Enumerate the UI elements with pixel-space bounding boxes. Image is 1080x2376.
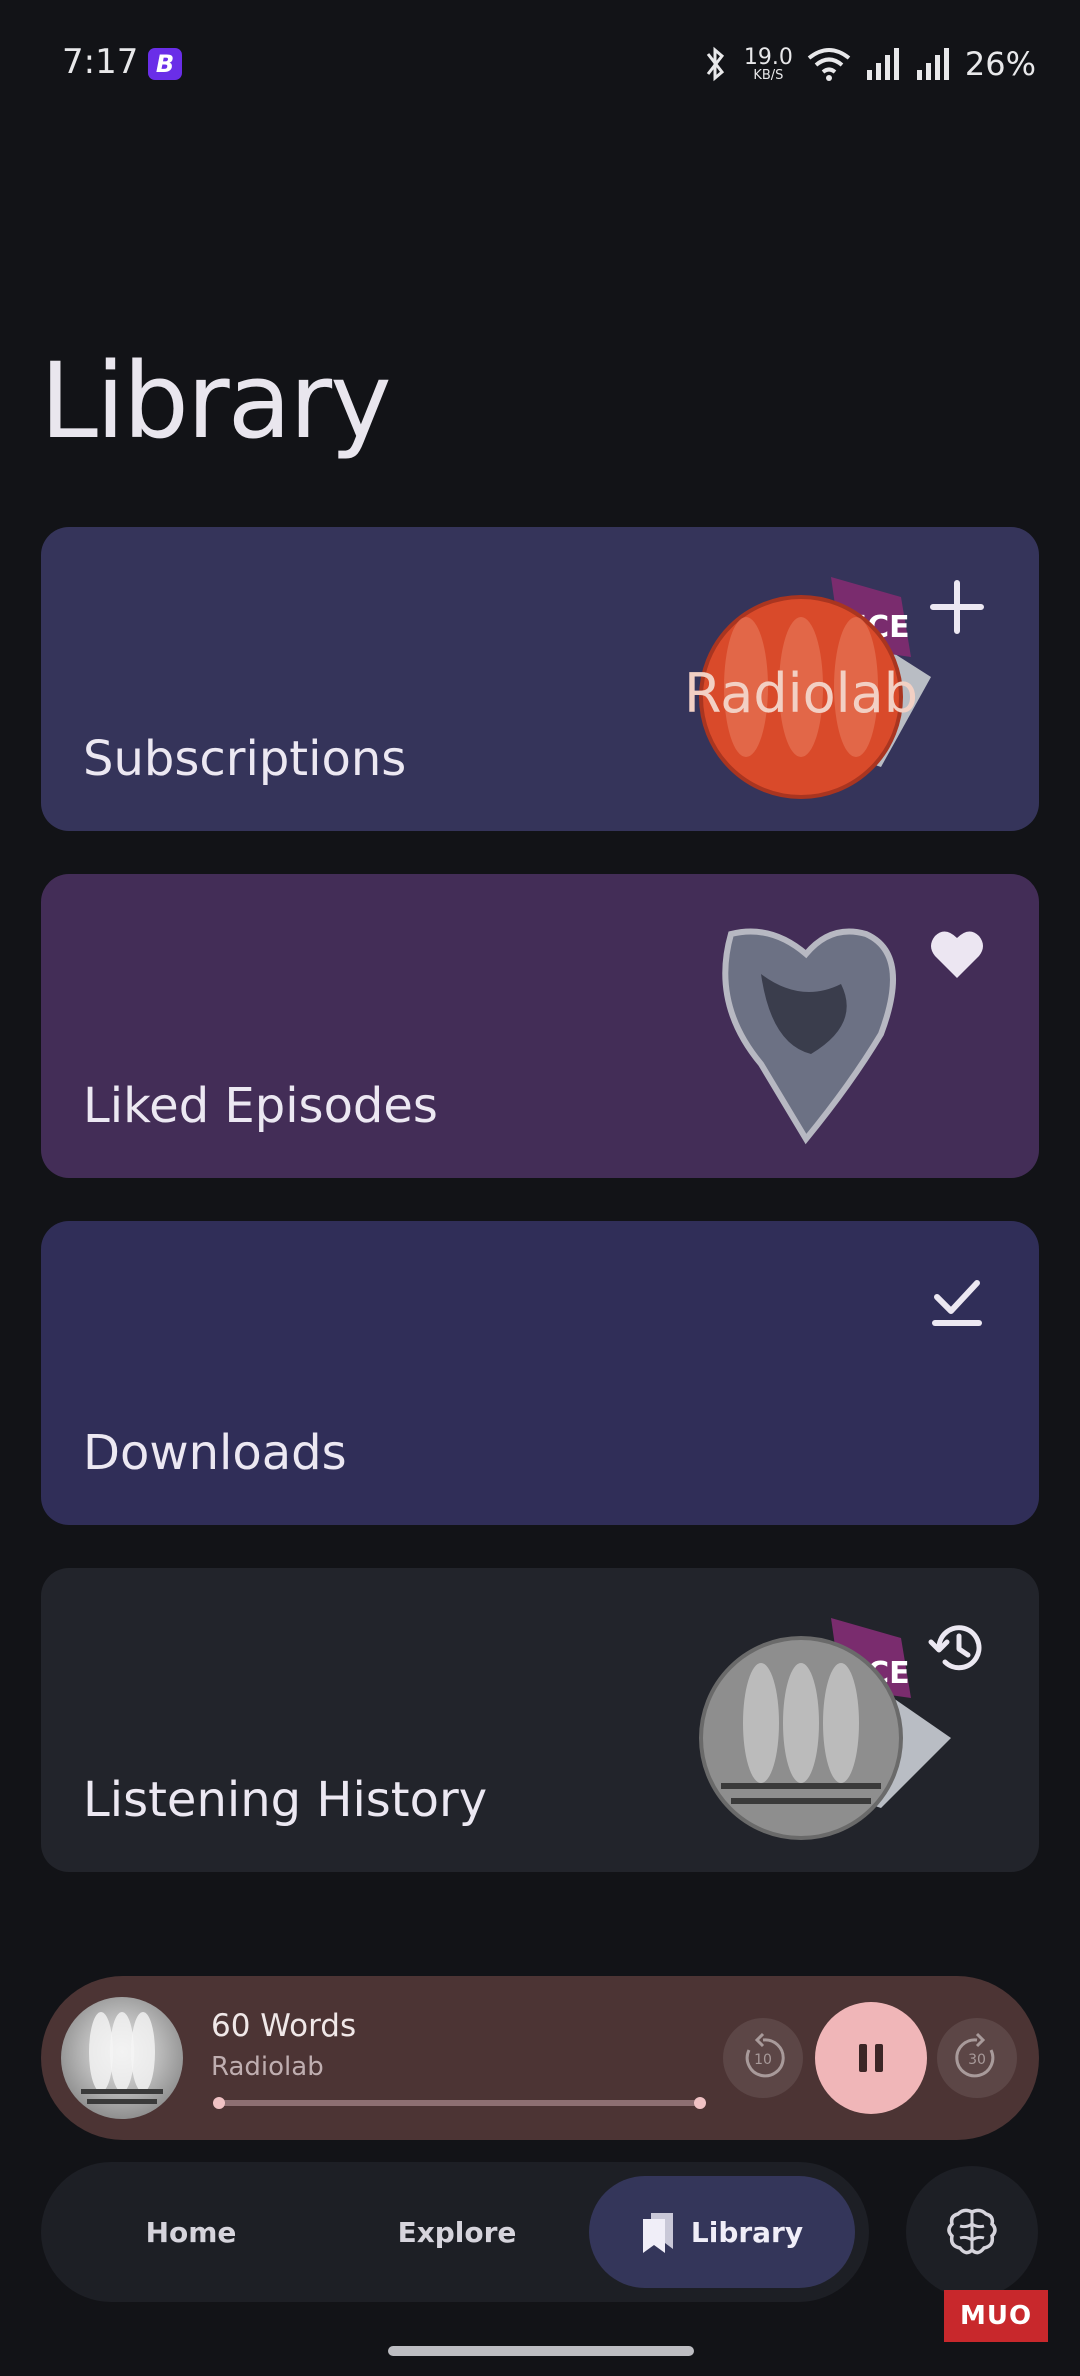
forward-30-icon: 30 bbox=[955, 2032, 995, 2078]
listening-history-artwork: ICE bbox=[699, 1618, 951, 1840]
network-speed-value: 19.0 bbox=[743, 44, 793, 70]
nav-library[interactable]: Library bbox=[589, 2176, 855, 2288]
listening-history-card[interactable]: ICE Listening History bbox=[41, 1568, 1039, 1872]
subscriptions-card[interactable]: ICE Radiolab Subscriptions bbox=[41, 527, 1039, 831]
nav-explore-label: Explore bbox=[397, 2215, 517, 2249]
skip-back-button[interactable]: 10 bbox=[723, 2018, 803, 2098]
network-speed: 19.0 KB/S bbox=[743, 44, 793, 83]
ai-assistant-button[interactable] bbox=[906, 2166, 1038, 2298]
signal-icon bbox=[866, 48, 899, 80]
bottom-navigation: Home Explore Library bbox=[41, 2162, 869, 2302]
page-title: Library bbox=[40, 340, 392, 462]
nav-library-label: Library bbox=[690, 2215, 804, 2249]
home-indicator[interactable] bbox=[388, 2346, 694, 2356]
status-indicators: 19.0 KB/S 26% bbox=[700, 40, 1036, 88]
app-notification-icon: B bbox=[148, 48, 182, 80]
episode-artwork-image bbox=[81, 2012, 163, 2104]
downloads-card[interactable]: Downloads bbox=[41, 1221, 1039, 1525]
liked-episodes-label: Liked Episodes bbox=[83, 1078, 438, 1134]
plus-icon bbox=[930, 580, 984, 634]
pause-button[interactable] bbox=[815, 2002, 927, 2114]
skip-forward-seconds: 30 bbox=[968, 2052, 986, 2068]
subscriptions-artwork-text: Radiolab bbox=[684, 662, 918, 725]
playback-progress[interactable] bbox=[213, 2097, 707, 2109]
network-speed-unit: KB/S bbox=[753, 67, 784, 83]
wifi-icon bbox=[807, 48, 851, 81]
subscriptions-label: Subscriptions bbox=[83, 731, 407, 787]
bluetooth-icon bbox=[706, 46, 724, 82]
library-icon bbox=[642, 2213, 673, 2253]
skip-forward-button[interactable]: 30 bbox=[937, 2018, 1017, 2098]
mini-player[interactable]: 60 Words Radiolab 10 30 bbox=[41, 1976, 1039, 2140]
listening-history-label: Listening History bbox=[83, 1772, 488, 1828]
liked-episodes-card[interactable]: Liked Episodes bbox=[41, 874, 1039, 1178]
subscriptions-artwork: ICE Radiolab bbox=[684, 577, 931, 799]
signal-icon-2 bbox=[916, 48, 949, 80]
liked-episodes-artwork bbox=[722, 928, 896, 1145]
nav-home-label: Home bbox=[145, 2215, 237, 2249]
status-time: 7:17 bbox=[62, 42, 139, 82]
pause-icon bbox=[859, 2044, 883, 2072]
history-icon bbox=[928, 1625, 982, 1671]
skip-back-seconds: 10 bbox=[754, 2052, 772, 2068]
battery-level: 26% bbox=[964, 45, 1036, 83]
progress-start-dot bbox=[213, 2097, 225, 2109]
episode-artwork bbox=[61, 1997, 183, 2119]
nav-explore[interactable]: Explore bbox=[347, 2176, 567, 2288]
download-done-icon bbox=[932, 1280, 982, 1326]
brain-icon bbox=[947, 2208, 997, 2255]
episode-podcast: Radiolab bbox=[211, 2052, 324, 2082]
heart-icon bbox=[931, 931, 983, 978]
downloads-label: Downloads bbox=[83, 1425, 347, 1481]
progress-thumb[interactable] bbox=[694, 2097, 707, 2109]
status-bar: 7:17 B 19.0 KB/S 26% bbox=[0, 0, 1080, 130]
nav-home[interactable]: Home bbox=[81, 2176, 301, 2288]
muo-watermark-logo: MUO bbox=[944, 2290, 1048, 2342]
episode-title: 60 Words bbox=[211, 2008, 357, 2044]
replay-10-icon: 10 bbox=[745, 2032, 785, 2078]
